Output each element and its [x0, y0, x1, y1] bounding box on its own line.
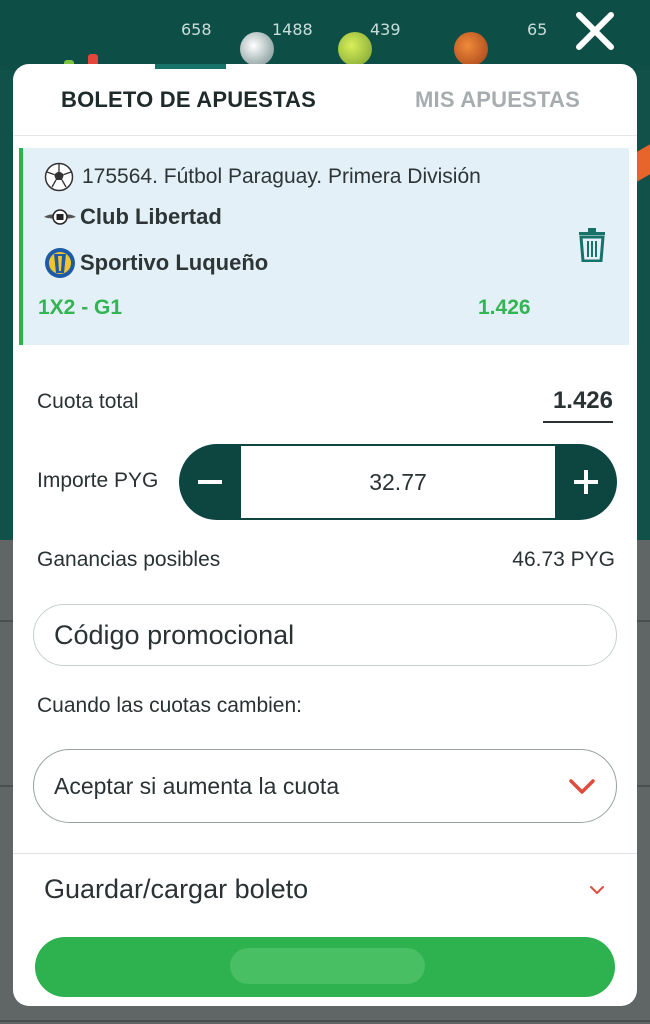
close-icon[interactable] — [574, 10, 616, 52]
team-away-name: Sportivo Luqueño — [80, 250, 269, 275]
amount-input[interactable] — [241, 444, 555, 520]
bet-slip-modal: BOLETO DE APUESTAS MIS APUESTAS 175564. … — [13, 64, 637, 1006]
save-load-slip-label: Guardar/cargar boleto — [44, 874, 309, 904]
amount-stepper — [179, 444, 617, 520]
team-row-away: Sportivo Luqueño — [44, 246, 268, 280]
tennis-ball-icon — [338, 32, 372, 66]
sport-count: 1488 — [272, 20, 313, 39]
soccer-ball-icon — [240, 32, 274, 66]
sport-counters: 658 1488 439 65 — [0, 18, 650, 86]
amount-label: Importe PYG — [37, 469, 159, 492]
place-bet-button[interactable] — [35, 937, 615, 997]
minus-icon — [198, 480, 222, 484]
tab-bet-slip[interactable]: BOLETO DE APUESTAS — [61, 87, 316, 113]
club-libertad-logo-icon — [44, 209, 76, 225]
bet-market: 1X2 - G1 — [38, 296, 123, 319]
increase-amount-button[interactable] — [555, 444, 617, 520]
save-load-slip-toggle[interactable]: Guardar/cargar boleto — [13, 854, 637, 924]
tab-bar: BOLETO DE APUESTAS MIS APUESTAS — [13, 64, 637, 136]
sportivo-luqueno-logo-icon — [45, 248, 75, 278]
total-odds-value: 1.426 — [543, 387, 613, 423]
bet-odds: 1.426 — [478, 296, 531, 319]
soccer-ball-icon — [44, 162, 74, 192]
total-odds-label: Cuota total — [37, 390, 139, 413]
event-title-row: 175564. Fútbol Paraguay. Primera Divisió… — [44, 162, 481, 192]
trash-icon[interactable] — [578, 228, 606, 262]
team-home-name: Club Libertad — [80, 204, 222, 229]
selected-bet-card: 175564. Fútbol Paraguay. Primera Divisió… — [19, 148, 629, 345]
event-title: 175564. Fútbol Paraguay. Primera Divisió… — [82, 165, 481, 188]
loading-indicator — [230, 948, 425, 984]
sport-count: 658 — [181, 20, 212, 39]
possible-winnings-label: Ganancias posibles — [37, 548, 221, 571]
possible-winnings-value: 46.73 PYG — [512, 548, 615, 571]
sport-count: 65 — [527, 20, 548, 39]
chevron-down-icon — [590, 886, 604, 894]
odds-change-select[interactable]: Aceptar si aumenta la cuota — [33, 749, 617, 823]
promo-code-input[interactable] — [33, 604, 617, 666]
basketball-icon — [454, 32, 488, 66]
decrease-amount-button[interactable] — [179, 444, 241, 520]
sport-count: 439 — [370, 20, 401, 39]
tab-my-bets[interactable]: MIS APUESTAS — [415, 87, 580, 113]
team-row-home: Club Libertad — [44, 204, 222, 230]
odds-change-label: Cuando las cuotas cambien: — [37, 694, 302, 717]
odds-change-selected: Aceptar si aumenta la cuota — [54, 772, 340, 799]
plus-icon — [574, 470, 598, 494]
chevron-down-icon — [569, 779, 595, 794]
tab-indicator — [155, 64, 226, 69]
